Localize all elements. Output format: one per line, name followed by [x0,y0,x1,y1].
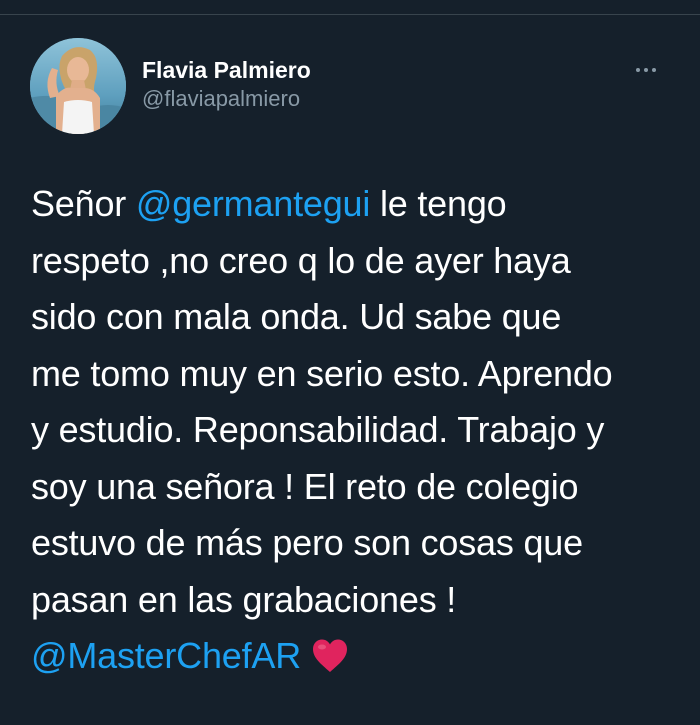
author-info: Flavia Palmiero @flaviapalmiero [142,56,311,114]
tweet-line: pasan en las grabaciones ! [31,578,457,620]
tweet-line: y estudio. Reponsabilidad. Trabajo y [31,409,605,450]
text-span: le tengo [370,183,507,224]
more-horizontal-icon [636,68,640,72]
tweet-line: estuvo de más pero son cosas que [31,522,583,563]
display-name[interactable]: Flavia Palmiero [142,56,311,84]
tweet-line: Señor @germantegui le tengo [31,176,691,233]
more-options-button[interactable] [628,58,664,82]
mention-link[interactable]: @germantegui [136,183,370,224]
mention-link[interactable]: @MasterChefAR [31,635,301,676]
tweet-line: @MasterChefAR [31,628,691,691]
tweet-header: Flavia Palmiero @flaviapalmiero [30,38,670,138]
top-divider [0,0,700,15]
red-heart-icon [311,634,349,691]
user-handle[interactable]: @flaviapalmiero [142,84,311,114]
more-dot [644,68,648,72]
tweet-text: Señor @germantegui le tengo respeto ,no … [31,176,691,691]
profile-photo-icon [30,38,126,134]
tweet-line: me tomo muy en serio esto. Aprendo [31,352,613,394]
tweet-line: sido con mala onda. Ud sabe que [31,296,562,337]
more-dot [652,68,656,72]
avatar[interactable] [30,38,126,134]
tweet-line: respeto ,no creo q lo de ayer haya [31,239,571,281]
text-span: Señor [31,183,136,224]
tweet-line: soy una señora ! El reto de colegio [31,465,579,507]
